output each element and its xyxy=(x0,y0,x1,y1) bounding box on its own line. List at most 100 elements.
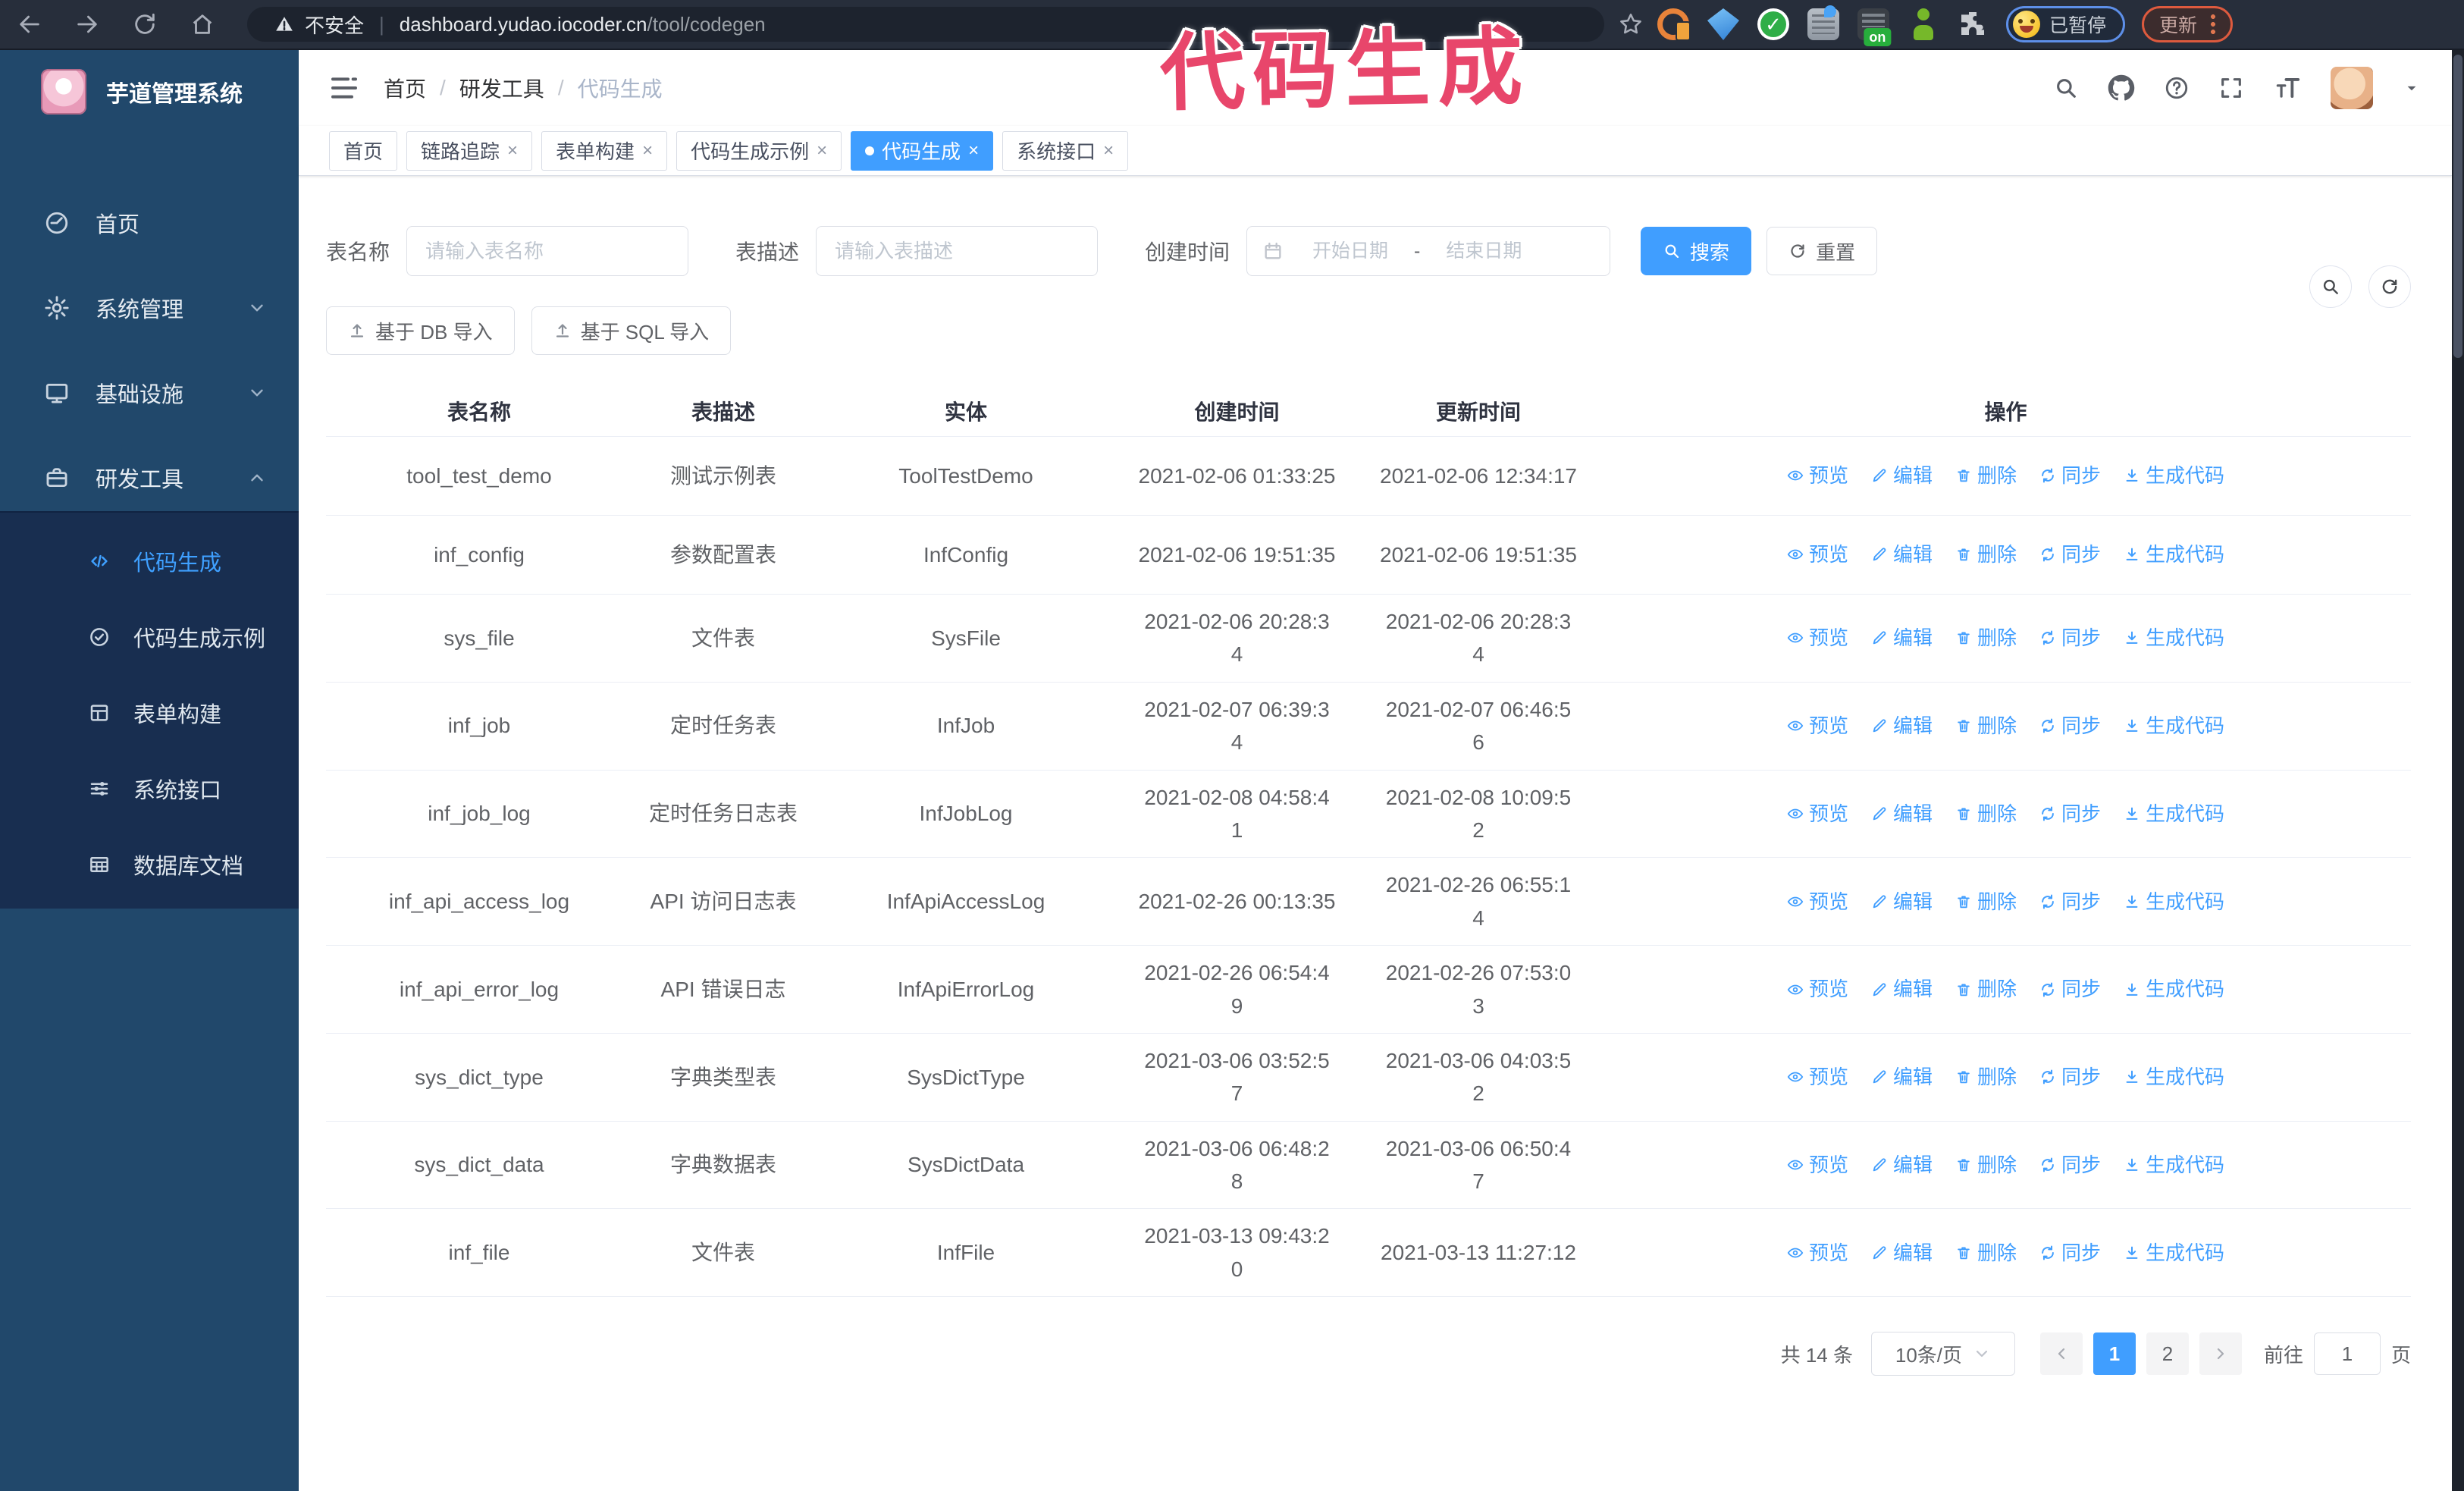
reset-button[interactable]: 重置 xyxy=(1766,227,1878,275)
row-action-preview[interactable]: 预览 xyxy=(1787,711,1848,741)
row-action-generate[interactable]: 生成代码 xyxy=(2124,460,2224,491)
row-action-edit[interactable]: 编辑 xyxy=(1871,1062,1933,1092)
import-from-sql-button[interactable]: 基于 SQL 导入 xyxy=(531,306,732,355)
row-action-delete[interactable]: 删除 xyxy=(1955,974,2017,1004)
tab-0[interactable]: 首页 xyxy=(329,130,398,171)
breadcrumb-devtools[interactable]: 研发工具 xyxy=(459,73,544,103)
page-button-2[interactable]: 2 xyxy=(2146,1332,2189,1376)
prev-page-button[interactable] xyxy=(2039,1332,2083,1376)
tab-1[interactable]: 链路追踪 × xyxy=(406,130,533,171)
date-range-picker[interactable]: - xyxy=(1246,226,1611,276)
sidebar-item-1[interactable]: 系统管理 xyxy=(0,265,299,350)
row-action-preview[interactable]: 预览 xyxy=(1787,1062,1848,1092)
row-action-generate[interactable]: 生成代码 xyxy=(2124,974,2224,1004)
row-action-preview[interactable]: 预览 xyxy=(1787,1238,1848,1268)
row-action-generate[interactable]: 生成代码 xyxy=(2124,1150,2224,1180)
row-action-preview[interactable]: 预览 xyxy=(1787,623,1848,653)
row-action-generate[interactable]: 生成代码 xyxy=(2124,1238,2224,1268)
breadcrumb-home[interactable]: 首页 xyxy=(384,73,426,103)
bookmark-star-icon[interactable] xyxy=(1618,11,1644,37)
next-page-button[interactable] xyxy=(2199,1332,2242,1376)
sidebar-item-2[interactable]: 基础设施 xyxy=(0,350,299,435)
row-action-edit[interactable]: 编辑 xyxy=(1871,887,1933,917)
row-action-delete[interactable]: 删除 xyxy=(1955,1238,2017,1268)
paused-extension-badge[interactable]: 已暂停 xyxy=(2006,6,2126,42)
row-action-generate[interactable]: 生成代码 xyxy=(2124,887,2224,917)
sidebar-subitem-4[interactable]: 数据库文档 xyxy=(0,827,299,902)
page-scrollbar[interactable] xyxy=(2452,50,2464,1491)
puzzle-icon[interactable] xyxy=(1958,8,1989,40)
row-action-preview[interactable]: 预览 xyxy=(1787,539,1848,570)
browser-back-icon[interactable] xyxy=(17,11,42,37)
row-action-delete[interactable]: 删除 xyxy=(1955,460,2017,491)
sidebar-subitem-1[interactable]: 代码生成示例 xyxy=(0,599,299,675)
row-action-sync[interactable]: 同步 xyxy=(2039,1062,2101,1092)
row-action-preview[interactable]: 预览 xyxy=(1787,974,1848,1004)
close-icon[interactable]: × xyxy=(968,141,979,160)
close-icon[interactable]: × xyxy=(642,141,653,160)
tab-3[interactable]: 代码生成示例 × xyxy=(676,130,842,171)
row-action-delete[interactable]: 删除 xyxy=(1955,1150,2017,1180)
close-icon[interactable]: × xyxy=(1103,141,1114,160)
refresh-table-button[interactable] xyxy=(2368,265,2411,308)
row-action-sync[interactable]: 同步 xyxy=(2039,1238,2101,1268)
hamburger-icon[interactable] xyxy=(329,73,359,103)
row-action-edit[interactable]: 编辑 xyxy=(1871,1150,1933,1180)
row-action-delete[interactable]: 删除 xyxy=(1955,711,2017,741)
row-action-sync[interactable]: 同步 xyxy=(2039,539,2101,570)
row-action-edit[interactable]: 编辑 xyxy=(1871,799,1933,829)
close-icon[interactable]: × xyxy=(817,141,827,160)
page-size-select[interactable]: 10条/页 xyxy=(1870,1332,2015,1376)
kebab-menu-icon[interactable] xyxy=(2211,13,2216,36)
app-logo-block[interactable]: 芋道管理系统 xyxy=(0,50,299,133)
sidebar-subitem-0[interactable]: 代码生成 xyxy=(0,523,299,599)
blue-gem-icon[interactable] xyxy=(1707,8,1739,40)
scrollbar-thumb[interactable] xyxy=(2453,55,2462,358)
browser-update-button[interactable]: 更新 xyxy=(2142,6,2234,42)
row-action-edit[interactable]: 编辑 xyxy=(1871,623,1933,653)
github-icon[interactable] xyxy=(2108,74,2135,102)
row-action-sync[interactable]: 同步 xyxy=(2039,1150,2101,1180)
browser-reload-icon[interactable] xyxy=(132,11,158,37)
goto-page-input[interactable] xyxy=(2313,1332,2381,1376)
search-button[interactable]: 搜索 xyxy=(1641,227,1752,275)
row-action-sync[interactable]: 同步 xyxy=(2039,974,2101,1004)
sidebar-item-0[interactable]: 首页 xyxy=(0,180,299,265)
row-action-delete[interactable]: 删除 xyxy=(1955,539,2017,570)
row-action-delete[interactable]: 删除 xyxy=(1955,1062,2017,1092)
toggle-search-button[interactable] xyxy=(2309,265,2352,308)
row-action-preview[interactable]: 预览 xyxy=(1787,799,1848,829)
row-action-preview[interactable]: 预览 xyxy=(1787,887,1848,917)
row-action-sync[interactable]: 同步 xyxy=(2039,711,2101,741)
row-action-generate[interactable]: 生成代码 xyxy=(2124,711,2224,741)
row-action-edit[interactable]: 编辑 xyxy=(1871,539,1933,570)
row-action-generate[interactable]: 生成代码 xyxy=(2124,799,2224,829)
tab-2[interactable]: 表单构建 × xyxy=(541,130,668,171)
table-name-input[interactable] xyxy=(406,226,689,276)
help-icon[interactable] xyxy=(2164,75,2190,101)
text-size-icon[interactable] xyxy=(2273,74,2302,102)
green-person-icon[interactable] xyxy=(1908,8,1939,40)
row-action-delete[interactable]: 删除 xyxy=(1955,623,2017,653)
sidebar-item-3[interactable]: 研发工具 xyxy=(0,435,299,520)
row-action-preview[interactable]: 预览 xyxy=(1787,460,1848,491)
browser-home-icon[interactable] xyxy=(190,11,215,37)
close-icon[interactable]: × xyxy=(507,141,518,160)
end-date-input[interactable] xyxy=(1423,240,1545,262)
row-action-sync[interactable]: 同步 xyxy=(2039,799,2101,829)
tab-4[interactable]: 代码生成 × xyxy=(851,130,994,171)
row-action-edit[interactable]: 编辑 xyxy=(1871,974,1933,1004)
row-action-generate[interactable]: 生成代码 xyxy=(2124,539,2224,570)
row-action-sync[interactable]: 同步 xyxy=(2039,887,2101,917)
fullscreen-icon[interactable] xyxy=(2218,75,2244,101)
user-avatar[interactable] xyxy=(2331,67,2373,109)
row-action-edit[interactable]: 编辑 xyxy=(1871,711,1933,741)
sidebar-subitem-2[interactable]: 表单构建 xyxy=(0,675,299,751)
header-search-icon[interactable] xyxy=(2053,75,2079,101)
tab-5[interactable]: 系统接口 × xyxy=(1002,130,1129,171)
table-desc-input[interactable] xyxy=(816,226,1099,276)
row-action-preview[interactable]: 预览 xyxy=(1787,1150,1848,1180)
green-check-icon[interactable] xyxy=(1757,8,1789,40)
row-action-edit[interactable]: 编辑 xyxy=(1871,1238,1933,1268)
grid-drop-icon[interactable] xyxy=(1807,5,1839,40)
